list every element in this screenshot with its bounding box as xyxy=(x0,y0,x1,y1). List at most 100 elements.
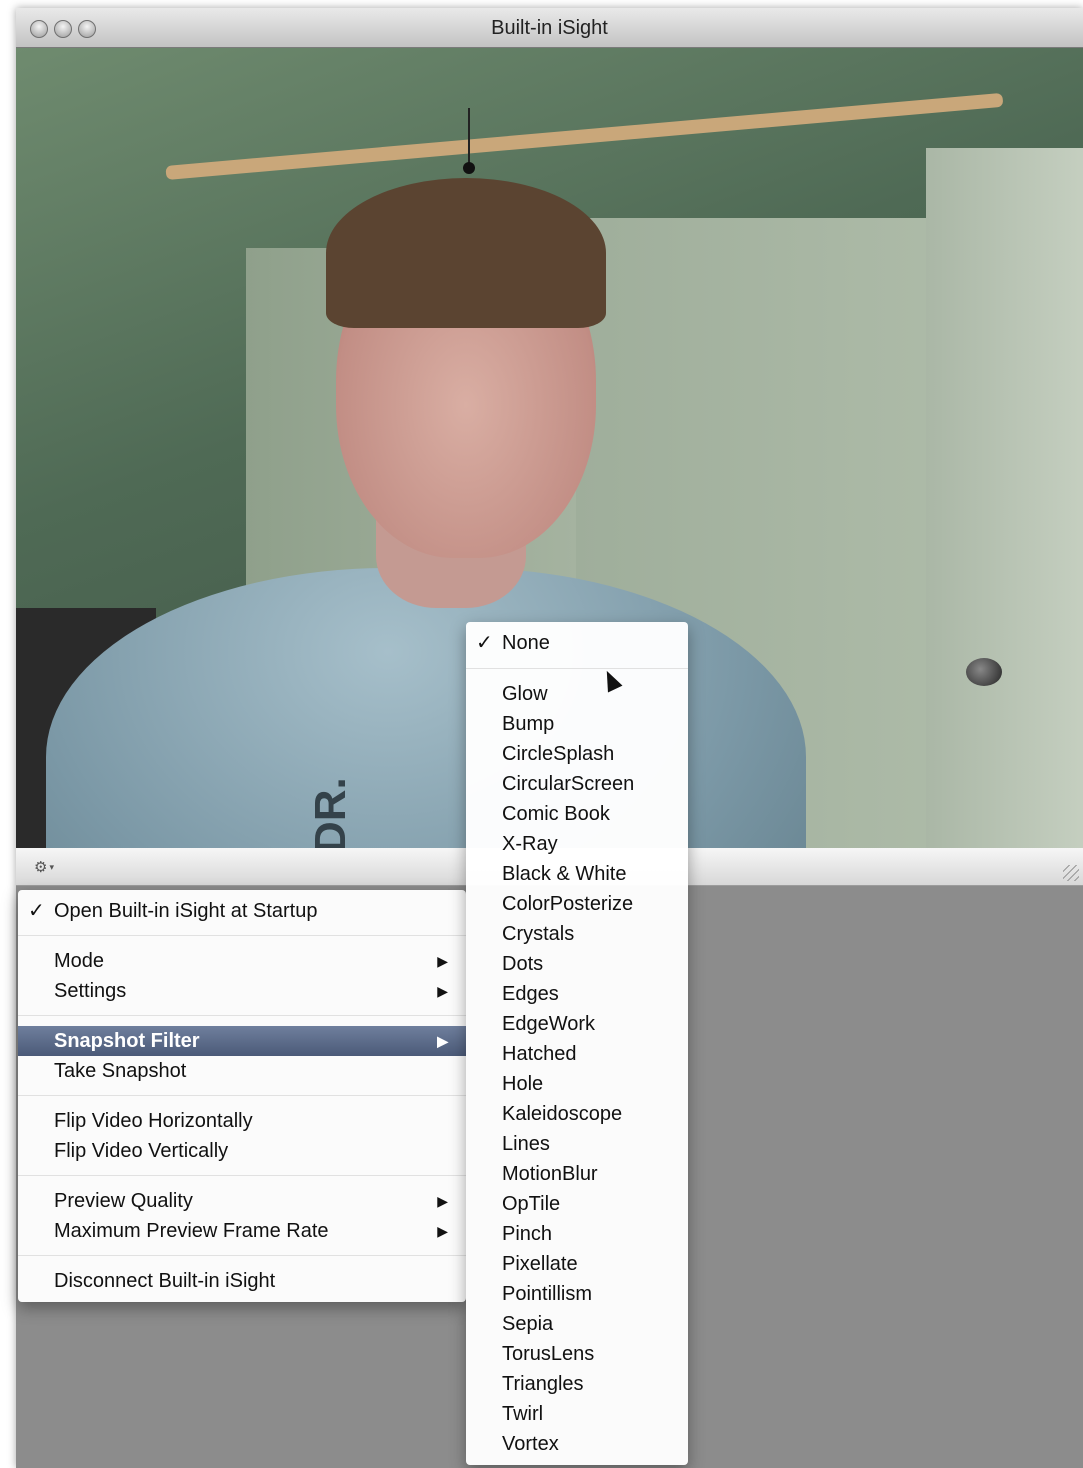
filter-item-label: Pinch xyxy=(502,1223,553,1245)
filter-item[interactable]: Vortex xyxy=(466,1429,688,1459)
title-bar[interactable]: Built-in iSight xyxy=(16,8,1083,48)
submenu-arrow-icon: ▶ xyxy=(437,1033,448,1049)
filter-item-label: ColorPosterize xyxy=(502,893,634,915)
filter-item[interactable]: Triangles xyxy=(466,1369,688,1399)
filter-item[interactable]: X-Ray xyxy=(466,829,688,859)
filter-item-label: Glow xyxy=(502,683,548,705)
filter-item[interactable]: Dots xyxy=(466,949,688,979)
person-hair xyxy=(326,178,606,328)
menu-separator xyxy=(466,668,688,669)
menu-item-snapshot-filter[interactable]: Snapshot Filter ▶ xyxy=(18,1026,466,1056)
action-menu: ✓ Open Built-in iSight at Startup Mode ▶… xyxy=(18,890,466,1302)
menu-separator xyxy=(18,1255,466,1256)
menu-item-label: Snapshot Filter xyxy=(54,1030,200,1052)
filter-item-label: Lines xyxy=(502,1133,550,1155)
filter-item-label: Hole xyxy=(502,1073,544,1095)
menu-item-label: Flip Video Horizontally xyxy=(54,1110,253,1132)
closet-rod xyxy=(165,92,1004,180)
menu-separator xyxy=(18,935,466,936)
menu-item-flip-horizontal[interactable]: Flip Video Horizontally xyxy=(18,1106,466,1136)
menu-item-label: Flip Video Vertically xyxy=(54,1140,229,1162)
filter-item[interactable]: Kaleidoscope xyxy=(466,1099,688,1129)
checkmark-icon: ✓ xyxy=(476,632,493,654)
gear-icon: ⚙ xyxy=(34,859,48,876)
snapshot-filter-submenu: ✓ None Glow Bump CircleSplash CircularSc… xyxy=(466,622,688,1465)
filter-item[interactable]: Black & White xyxy=(466,859,688,889)
window-title: Built-in iSight xyxy=(491,17,608,39)
filter-item[interactable]: Pointillism xyxy=(466,1279,688,1309)
menu-item-max-frame-rate[interactable]: Maximum Preview Frame Rate ▶ xyxy=(18,1216,466,1246)
menu-item-label: Maximum Preview Frame Rate xyxy=(54,1220,329,1242)
menu-item-settings[interactable]: Settings ▶ xyxy=(18,976,466,1006)
chevron-down-icon: ▾ xyxy=(49,861,54,872)
filter-item-label: None xyxy=(502,632,550,654)
filter-item-label: Triangles xyxy=(502,1373,584,1395)
filter-item[interactable]: Pinch xyxy=(466,1219,688,1249)
filter-item[interactable]: Hole xyxy=(466,1069,688,1099)
filter-item[interactable]: MotionBlur xyxy=(466,1159,688,1189)
menu-item-mode[interactable]: Mode ▶ xyxy=(18,946,466,976)
menu-item-flip-vertical[interactable]: Flip Video Vertically xyxy=(18,1136,466,1166)
checkmark-icon: ✓ xyxy=(28,900,45,922)
submenu-arrow-icon: ▶ xyxy=(437,1223,448,1239)
menu-item-label: Disconnect Built-in iSight xyxy=(54,1270,276,1292)
door xyxy=(926,148,1083,848)
filter-item[interactable]: Comic Book xyxy=(466,799,688,829)
filter-item-label: CircularScreen xyxy=(502,773,635,795)
light-cord xyxy=(468,108,470,168)
submenu-arrow-icon: ▶ xyxy=(437,953,448,969)
menu-item-label: Take Snapshot xyxy=(54,1060,187,1082)
filter-item-label: OpTile xyxy=(502,1193,561,1215)
shirt-print: DR. xyxy=(306,777,355,848)
menu-item-label: Settings xyxy=(54,980,127,1002)
filter-item-label: Bump xyxy=(502,713,555,735)
menu-item-label: Preview Quality xyxy=(54,1190,193,1212)
filter-item-label: Vortex xyxy=(502,1433,559,1455)
action-menu-button[interactable]: ⚙ ▾ xyxy=(24,855,64,879)
filter-item-label: Pixellate xyxy=(502,1253,578,1275)
filter-item-label: EdgeWork xyxy=(502,1013,596,1035)
menu-separator xyxy=(18,1015,466,1016)
filter-item[interactable]: Glow xyxy=(466,679,688,709)
menu-item-disconnect[interactable]: Disconnect Built-in iSight xyxy=(18,1266,466,1296)
filter-item[interactable]: Bump xyxy=(466,709,688,739)
filter-item-label: Hatched xyxy=(502,1043,577,1065)
menu-item-preview-quality[interactable]: Preview Quality ▶ xyxy=(18,1186,466,1216)
filter-item[interactable]: CircularScreen xyxy=(466,769,688,799)
filter-item-label: CircleSplash xyxy=(502,743,615,765)
filter-item-label: Crystals xyxy=(502,923,575,945)
menu-item-label: Mode xyxy=(54,950,105,972)
filter-item[interactable]: Hatched xyxy=(466,1039,688,1069)
filter-item[interactable]: Crystals xyxy=(466,919,688,949)
menu-separator xyxy=(18,1175,466,1176)
filter-item-label: Kaleidoscope xyxy=(502,1103,623,1125)
filter-item-label: Black & White xyxy=(502,863,627,885)
filter-item-label: Edges xyxy=(502,983,559,1005)
doorknob xyxy=(966,658,1002,686)
filter-item-label: Comic Book xyxy=(502,803,610,825)
filter-item[interactable]: TorusLens xyxy=(466,1339,688,1369)
filter-item-none[interactable]: ✓ None xyxy=(466,628,688,658)
filter-item[interactable]: EdgeWork xyxy=(466,1009,688,1039)
filter-item-label: Dots xyxy=(502,953,544,975)
menu-separator xyxy=(18,1095,466,1096)
menu-item-label: Open Built-in iSight at Startup xyxy=(54,900,318,922)
filter-item[interactable]: OpTile xyxy=(466,1189,688,1219)
filter-item-label: Twirl xyxy=(502,1403,544,1425)
submenu-arrow-icon: ▶ xyxy=(437,1193,448,1209)
filter-item[interactable]: Sepia xyxy=(466,1309,688,1339)
filter-item-label: Pointillism xyxy=(502,1283,593,1305)
menu-item-take-snapshot[interactable]: Take Snapshot xyxy=(18,1056,466,1086)
submenu-arrow-icon: ▶ xyxy=(437,983,448,999)
menu-item-open-at-startup[interactable]: ✓ Open Built-in iSight at Startup xyxy=(18,896,466,926)
filter-item[interactable]: Pixellate xyxy=(466,1249,688,1279)
filter-item[interactable]: ColorPosterize xyxy=(466,889,688,919)
filter-item[interactable]: CircleSplash xyxy=(466,739,688,769)
filter-item[interactable]: Lines xyxy=(466,1129,688,1159)
filter-item[interactable]: Twirl xyxy=(466,1399,688,1429)
resize-grip-icon[interactable] xyxy=(1063,865,1079,881)
filter-item-label: Sepia xyxy=(502,1313,554,1335)
filter-item[interactable]: Edges xyxy=(466,979,688,1009)
cord-pull xyxy=(463,162,475,174)
filter-item-label: TorusLens xyxy=(502,1343,595,1365)
